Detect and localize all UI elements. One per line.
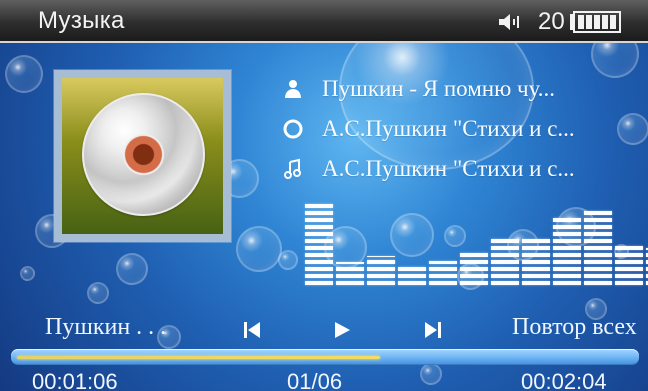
music-player-screen: Музыка 20 Пушкин - Я помню чу... А.С.Пуш… bbox=[0, 0, 648, 391]
total-time: 00:02:04 bbox=[521, 369, 607, 391]
eq-bar bbox=[553, 216, 581, 285]
playback-controls: Пушкин . . . Повтор всех bbox=[0, 314, 648, 348]
background-bubble bbox=[116, 253, 148, 285]
status-bar: Музыка 20 bbox=[0, 0, 648, 43]
next-icon[interactable] bbox=[421, 318, 445, 342]
eq-bar bbox=[429, 261, 457, 285]
background-bubble bbox=[278, 250, 298, 270]
equalizer-visualizer bbox=[305, 197, 648, 285]
track-text: А.С.Пушкин "Стихи и с... bbox=[322, 156, 575, 181]
cd-icon bbox=[82, 93, 205, 216]
artist-short-label: Пушкин . . . bbox=[45, 314, 167, 340]
eq-bar bbox=[460, 251, 488, 285]
app-title: Музыка bbox=[38, 7, 125, 34]
background-bubble bbox=[87, 282, 109, 304]
artist-row: Пушкин - Я помню чу... bbox=[282, 75, 632, 103]
track-index: 01/06 bbox=[287, 369, 343, 391]
battery-icon bbox=[570, 11, 621, 33]
eq-bar bbox=[584, 208, 612, 285]
elapsed-time: 00:01:06 bbox=[32, 369, 118, 391]
background-bubble bbox=[5, 55, 43, 93]
background-bubble bbox=[236, 226, 282, 272]
album-row: А.С.Пушкин "Стихи и с... bbox=[282, 115, 632, 143]
track-row: А.С.Пушкин "Стихи и с... bbox=[282, 155, 632, 183]
background-bubble bbox=[20, 266, 35, 281]
music-note-icon bbox=[284, 158, 301, 179]
progress-bar[interactable] bbox=[11, 349, 639, 365]
eq-bar bbox=[615, 245, 643, 285]
previous-icon[interactable] bbox=[240, 318, 264, 342]
eq-bar bbox=[491, 238, 519, 285]
disc-icon bbox=[283, 119, 303, 139]
progress-fill bbox=[17, 356, 380, 359]
artist-title-text: Пушкин - Я помню чу... bbox=[322, 76, 556, 101]
album-text: А.С.Пушкин "Стихи и с... bbox=[322, 116, 575, 141]
repeat-mode-label[interactable]: Повтор всех bbox=[512, 314, 637, 341]
eq-bar bbox=[398, 267, 426, 285]
eq-bar bbox=[336, 262, 364, 285]
speaker-icon bbox=[499, 14, 519, 30]
play-icon[interactable] bbox=[330, 318, 354, 342]
volume-value: 20 bbox=[538, 8, 565, 35]
eq-bar bbox=[305, 204, 333, 285]
album-art bbox=[54, 70, 231, 242]
time-row: 00:01:06 01/06 00:02:04 bbox=[0, 369, 648, 391]
eq-bar bbox=[367, 256, 395, 285]
eq-bar bbox=[522, 238, 550, 285]
person-icon bbox=[285, 80, 301, 98]
